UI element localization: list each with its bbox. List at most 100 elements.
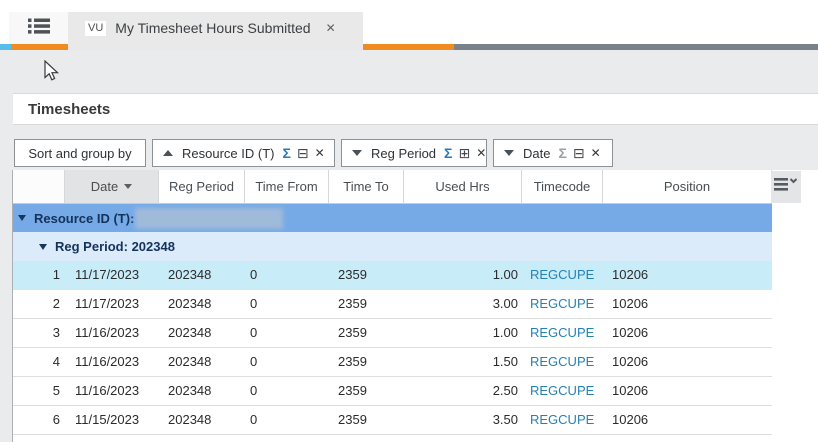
column-header-time-from[interactable]: Time From	[245, 170, 329, 203]
cell-time-to: 2359	[338, 296, 367, 311]
column-menu-button[interactable]	[771, 171, 801, 203]
cell-time-to: 2359	[338, 325, 367, 340]
column-sort-desc-icon	[124, 184, 133, 189]
remove-group-icon[interactable]: ✕	[591, 146, 601, 160]
app-window: VU My Timesheet Hours Submitted ✕ Timesh…	[0, 0, 818, 442]
cell-time-to: 2359	[338, 267, 367, 282]
column-header-timecode[interactable]: Timecode	[522, 170, 603, 203]
cell-date: 11/16/2023	[75, 354, 140, 369]
cell-used-hrs: 3.00	[492, 296, 518, 311]
cell-time-to: 2359	[338, 354, 367, 369]
tab-close-icon[interactable]: ✕	[326, 22, 336, 34]
cell-used-hrs: 2.50	[492, 383, 518, 398]
cell-position: 10206	[612, 325, 649, 340]
cell-timecode-link[interactable]: REGCUPE	[530, 377, 594, 405]
column-header-row-number	[13, 170, 65, 203]
mouse-cursor	[44, 59, 60, 87]
sort-desc-icon[interactable]	[504, 150, 514, 156]
cell-date: 11/16/2023	[75, 325, 140, 340]
cell-used-hrs: 1.00	[492, 325, 518, 340]
redacted-text	[135, 208, 283, 229]
cell-time-from: 0	[250, 296, 258, 311]
table-row[interactable]: 2 11/17/2023 202348 0 2359 3.00 REGCUPE …	[13, 290, 772, 319]
sort-and-group-label: Sort and group by	[28, 145, 132, 161]
sort-and-group-button[interactable]: Sort and group by	[14, 139, 146, 167]
cell-row-number: 4	[52, 354, 60, 369]
cell-row-number: 3	[52, 325, 60, 340]
table-row[interactable]: 5 11/16/2023 202348 0 2359 2.50 REGCUPE …	[13, 377, 772, 406]
cell-used-hrs: 1.50	[492, 354, 518, 369]
cell-reg-period: 202348	[168, 325, 212, 340]
cell-time-from: 0	[250, 267, 258, 282]
cell-reg-period: 202348	[168, 412, 212, 427]
menu-button[interactable]	[9, 12, 68, 44]
column-header-date[interactable]: Date	[65, 170, 159, 203]
sum-toggle-icon[interactable]: Σ	[282, 145, 290, 161]
cell-time-to: 2359	[338, 383, 367, 398]
collapse-group-icon[interactable]: ⊟	[297, 146, 309, 160]
sum-toggle-icon[interactable]: Σ	[444, 145, 452, 161]
cell-date: 11/15/2023	[75, 412, 140, 427]
table-row[interactable]: 4 11/16/2023 202348 0 2359 1.50 REGCUPE …	[13, 348, 772, 377]
remove-group-icon[interactable]: ✕	[476, 146, 486, 160]
column-header-time-to[interactable]: Time To	[329, 170, 404, 203]
cell-reg-period: 202348	[168, 267, 212, 282]
list-menu-icon	[27, 17, 50, 40]
collapse-triangle-icon[interactable]	[18, 215, 26, 221]
group-pill-resource-id[interactable]: Resource ID (T) Σ ⊟ ✕	[152, 139, 335, 167]
remove-group-icon[interactable]: ✕	[315, 146, 325, 160]
column-header-used-hrs[interactable]: Used Hrs	[404, 170, 522, 203]
table-row[interactable]: 6 11/15/2023 202348 0 2359 3.50 REGCUPE …	[13, 406, 772, 435]
cell-used-hrs: 3.50	[492, 412, 518, 427]
cell-row-number: 2	[52, 296, 60, 311]
group-pill-date[interactable]: Date Σ ⊟ ✕	[493, 139, 613, 167]
table-row[interactable]: 1 11/17/2023 202348 0 2359 1.00 REGCUPE …	[13, 261, 772, 290]
cell-time-from: 0	[250, 412, 258, 427]
grid-header-row: Date Reg Period Time From Time To Used H…	[13, 170, 772, 204]
cell-reg-period: 202348	[168, 354, 212, 369]
column-menu-icon	[773, 176, 799, 198]
cell-timecode-link[interactable]: REGCUPE	[530, 261, 594, 289]
tab-my-timesheet-hours-submitted[interactable]: VU My Timesheet Hours Submitted ✕	[68, 12, 363, 44]
cell-reg-period: 202348	[168, 383, 212, 398]
app-badge: VU	[85, 20, 107, 36]
cell-time-from: 0	[250, 383, 258, 398]
cell-row-number: 5	[52, 383, 60, 398]
sort-desc-icon[interactable]	[352, 150, 362, 156]
cell-date: 11/17/2023	[75, 267, 140, 282]
group-pill-label: Reg Period	[371, 145, 437, 161]
sort-asc-icon[interactable]	[163, 150, 173, 156]
cell-row-number: 1	[52, 267, 60, 282]
cell-timecode-link[interactable]: REGCUPE	[530, 348, 594, 376]
group-row-reg-period[interactable]: Reg Period: 202348	[13, 232, 772, 261]
expand-group-icon[interactable]: ⊞	[458, 146, 470, 160]
cell-date: 11/17/2023	[75, 296, 140, 311]
cell-position: 10206	[612, 354, 649, 369]
cell-time-from: 0	[250, 325, 258, 340]
cell-row-number: 6	[52, 412, 60, 427]
panel-title-band: Timesheets	[13, 93, 818, 125]
sum-toggle-icon[interactable]: Σ	[558, 145, 566, 161]
cell-timecode-link[interactable]: REGCUPE	[530, 406, 594, 434]
group-row-resource-id[interactable]: Resource ID (T):	[13, 204, 772, 232]
group-pill-label: Date	[523, 145, 551, 161]
group-pill-reg-period[interactable]: Reg Period Σ ⊞ ✕	[341, 139, 487, 167]
cell-used-hrs: 1.00	[492, 267, 518, 282]
cell-position: 10206	[612, 267, 649, 282]
collapse-triangle-icon[interactable]	[39, 243, 47, 250]
cell-date: 11/16/2023	[75, 383, 140, 398]
group-pill-label: Resource ID (T)	[182, 145, 275, 161]
table-row[interactable]: 3 11/16/2023 202348 0 2359 1.00 REGCUPE …	[13, 319, 772, 348]
cell-position: 10206	[612, 412, 649, 427]
group-row-label: Reg Period: 202348	[55, 239, 175, 254]
cell-time-from: 0	[250, 354, 258, 369]
column-header-reg-period[interactable]: Reg Period	[159, 170, 245, 203]
cell-timecode-link[interactable]: REGCUPE	[530, 319, 594, 347]
page-title: Timesheets	[28, 100, 111, 118]
cell-timecode-link[interactable]: REGCUPE	[530, 290, 594, 318]
column-header-position[interactable]: Position	[603, 170, 772, 203]
collapse-group-icon[interactable]: ⊟	[573, 146, 585, 160]
cell-position: 10206	[612, 383, 649, 398]
cell-position: 10206	[612, 296, 649, 311]
tab-title: My Timesheet Hours Submitted	[115, 20, 311, 36]
